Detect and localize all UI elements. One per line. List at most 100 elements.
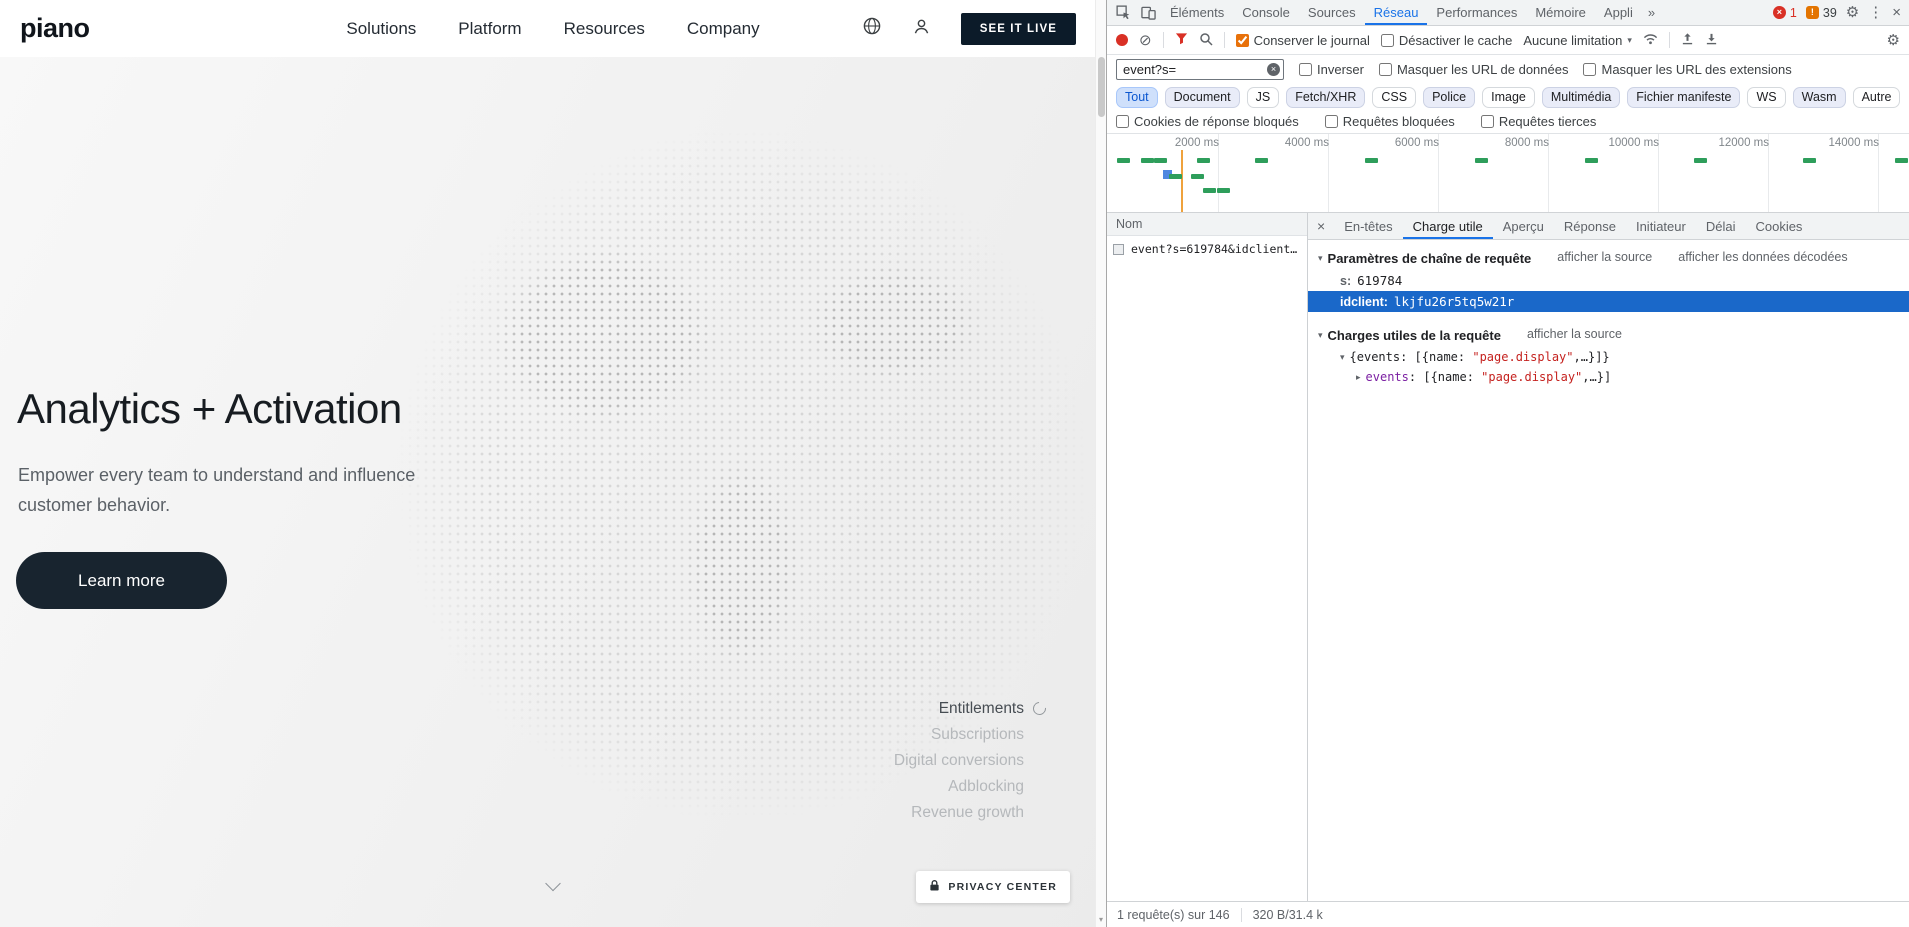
- privacy-center-button[interactable]: PRIVACY CENTER: [916, 871, 1070, 903]
- request-list-pane: Nom event?s=619784&idclient=lkjf…: [1107, 213, 1308, 901]
- hide-data-urls-checkbox[interactable]: Masquer les URL de données: [1379, 62, 1569, 77]
- payload-preview-events[interactable]: ▸ events: [{name: "page.display",…}]: [1308, 367, 1909, 387]
- network-conditions-icon[interactable]: [1643, 33, 1658, 48]
- chip-other[interactable]: Autre: [1853, 87, 1901, 108]
- waterfall-bar: [1117, 158, 1130, 163]
- scroll-down-chevron-icon[interactable]: [548, 878, 559, 889]
- import-har-icon[interactable]: [1681, 32, 1694, 49]
- chip-fetch-xhr[interactable]: Fetch/XHR: [1286, 87, 1365, 108]
- device-toolbar-icon[interactable]: [1136, 5, 1161, 20]
- throttling-dropdown[interactable]: Aucune limitation ▾: [1523, 33, 1632, 48]
- error-count-badge[interactable]: × 1: [1773, 6, 1797, 20]
- chip-ws[interactable]: WS: [1747, 87, 1785, 108]
- chip-all[interactable]: Tout: [1116, 87, 1158, 108]
- detail-tab-response[interactable]: Réponse: [1554, 214, 1626, 239]
- chip-js[interactable]: JS: [1247, 87, 1280, 108]
- blocked-response-cookies-checkbox[interactable]: Cookies de réponse bloqués: [1116, 114, 1299, 129]
- close-devtools-icon[interactable]: ×: [1892, 5, 1901, 20]
- third-party-requests-checkbox[interactable]: Requêtes tierces: [1481, 114, 1597, 129]
- search-icon[interactable]: [1199, 32, 1213, 49]
- scrollbar-down-arrow[interactable]: ▾: [1096, 915, 1106, 924]
- blocked-requests-input[interactable]: [1325, 115, 1338, 128]
- third-party-requests-label: Requêtes tierces: [1499, 114, 1597, 129]
- piano-logo[interactable]: piano: [20, 13, 90, 44]
- tab-console[interactable]: Console: [1233, 1, 1299, 25]
- request-list-header[interactable]: Nom: [1107, 213, 1307, 236]
- param-row-s[interactable]: s: 619784: [1308, 270, 1909, 291]
- filter-input[interactable]: [1117, 60, 1283, 79]
- close-details-icon[interactable]: ×: [1308, 218, 1334, 234]
- request-payload-section-header[interactable]: ▾ Charges utiles de la requête afficher …: [1308, 322, 1909, 347]
- feature-subscriptions[interactable]: Subscriptions: [894, 722, 1024, 748]
- tab-application[interactable]: Appli: [1595, 1, 1642, 25]
- disable-cache-checkbox[interactable]: Désactiver le cache: [1381, 33, 1512, 48]
- network-overview-timeline[interactable]: 2000 ms 4000 ms 6000 ms 8000 ms 10000 ms…: [1107, 134, 1909, 213]
- inspect-element-icon[interactable]: [1111, 5, 1136, 20]
- hide-extension-urls-checkbox[interactable]: Masquer les URL des extensions: [1583, 62, 1791, 77]
- clear-network-log-icon[interactable]: ⊘: [1139, 33, 1152, 48]
- see-it-live-button[interactable]: SEE IT LIVE: [961, 13, 1076, 45]
- preserve-log-checkbox[interactable]: Conserver le journal: [1236, 33, 1370, 48]
- detail-tab-headers[interactable]: En-têtes: [1334, 214, 1402, 239]
- view-source-link[interactable]: afficher la source: [1527, 327, 1622, 341]
- waterfall-bar: [1255, 158, 1268, 163]
- issues-count-badge[interactable]: ! 39: [1806, 6, 1837, 20]
- caret-down-icon: ▾: [1318, 253, 1323, 264]
- chip-css[interactable]: CSS: [1372, 87, 1416, 108]
- tab-sources[interactable]: Sources: [1299, 1, 1365, 25]
- more-tabs-icon[interactable]: »: [1642, 5, 1661, 20]
- nav-item-solutions[interactable]: Solutions: [346, 19, 416, 39]
- detail-tab-payload[interactable]: Charge utile: [1403, 214, 1493, 239]
- detail-tab-timing[interactable]: Délai: [1696, 214, 1746, 239]
- chip-manifest[interactable]: Fichier manifeste: [1627, 87, 1740, 108]
- nav-item-company[interactable]: Company: [687, 19, 760, 39]
- feature-entitlements[interactable]: Entitlements: [894, 696, 1024, 722]
- language-globe-icon[interactable]: [862, 16, 882, 41]
- feature-revenue-growth[interactable]: Revenue growth: [894, 800, 1024, 826]
- tab-network[interactable]: Réseau: [1365, 1, 1428, 25]
- disable-cache-input[interactable]: [1381, 34, 1394, 47]
- record-network-log-button[interactable]: [1116, 34, 1128, 46]
- preserve-log-input[interactable]: [1236, 34, 1249, 47]
- third-party-requests-input[interactable]: [1481, 115, 1494, 128]
- blocked-response-cookies-input[interactable]: [1116, 115, 1129, 128]
- param-row-idclient-highlighted[interactable]: idclient: lkjfu26r5tq5w21r: [1308, 291, 1909, 312]
- request-row[interactable]: event?s=619784&idclient=lkjf…: [1107, 236, 1307, 262]
- network-settings-gear-icon[interactable]: ⚙: [1887, 33, 1900, 48]
- hide-data-urls-input[interactable]: [1379, 63, 1392, 76]
- filter-funnel-icon[interactable]: [1175, 32, 1188, 48]
- nav-item-platform[interactable]: Platform: [458, 19, 521, 39]
- feature-adblocking[interactable]: Adblocking: [894, 774, 1024, 800]
- export-har-icon[interactable]: [1705, 32, 1718, 49]
- chip-image[interactable]: Image: [1482, 87, 1535, 108]
- payload-preview-root[interactable]: ▾ {events: [{name: "page.display",…}]}: [1308, 347, 1909, 367]
- page-scrollbar[interactable]: ▾: [1095, 0, 1106, 927]
- kebab-menu-icon[interactable]: ⋮: [1868, 5, 1883, 20]
- devtools-tab-bar: Éléments Console Sources Réseau Performa…: [1107, 0, 1909, 26]
- settings-gear-icon[interactable]: ⚙: [1846, 5, 1859, 20]
- tab-performance[interactable]: Performances: [1427, 1, 1526, 25]
- detail-tab-preview[interactable]: Aperçu: [1493, 214, 1554, 239]
- learn-more-button[interactable]: Learn more: [16, 552, 227, 609]
- nav-item-resources[interactable]: Resources: [564, 19, 645, 39]
- account-user-icon[interactable]: [912, 17, 931, 41]
- query-string-section-header[interactable]: ▾ Paramètres de chaîne de requête affich…: [1308, 245, 1909, 270]
- invert-checkbox[interactable]: Inverser: [1299, 62, 1364, 77]
- chip-media[interactable]: Multimédia: [1542, 87, 1620, 108]
- tab-memory[interactable]: Mémoire: [1526, 1, 1595, 25]
- tab-elements[interactable]: Éléments: [1161, 1, 1233, 25]
- invert-input[interactable]: [1299, 63, 1312, 76]
- detail-tab-cookies[interactable]: Cookies: [1745, 214, 1812, 239]
- clear-filter-icon[interactable]: ×: [1267, 63, 1280, 76]
- feature-digital-conversions[interactable]: Digital conversions: [894, 748, 1024, 774]
- chip-wasm[interactable]: Wasm: [1793, 87, 1846, 108]
- hide-extension-urls-input[interactable]: [1583, 63, 1596, 76]
- view-source-link[interactable]: afficher la source: [1557, 250, 1652, 264]
- scrollbar-thumb[interactable]: [1098, 57, 1105, 117]
- chip-font[interactable]: Police: [1423, 87, 1475, 108]
- detail-tab-initiator[interactable]: Initiateur: [1626, 214, 1696, 239]
- blocked-requests-checkbox[interactable]: Requêtes bloquées: [1325, 114, 1455, 129]
- query-string-section-title: ▾ Paramètres de chaîne de requête: [1318, 251, 1531, 266]
- chip-document[interactable]: Document: [1165, 87, 1240, 108]
- view-decoded-link[interactable]: afficher les données décodées: [1678, 250, 1847, 264]
